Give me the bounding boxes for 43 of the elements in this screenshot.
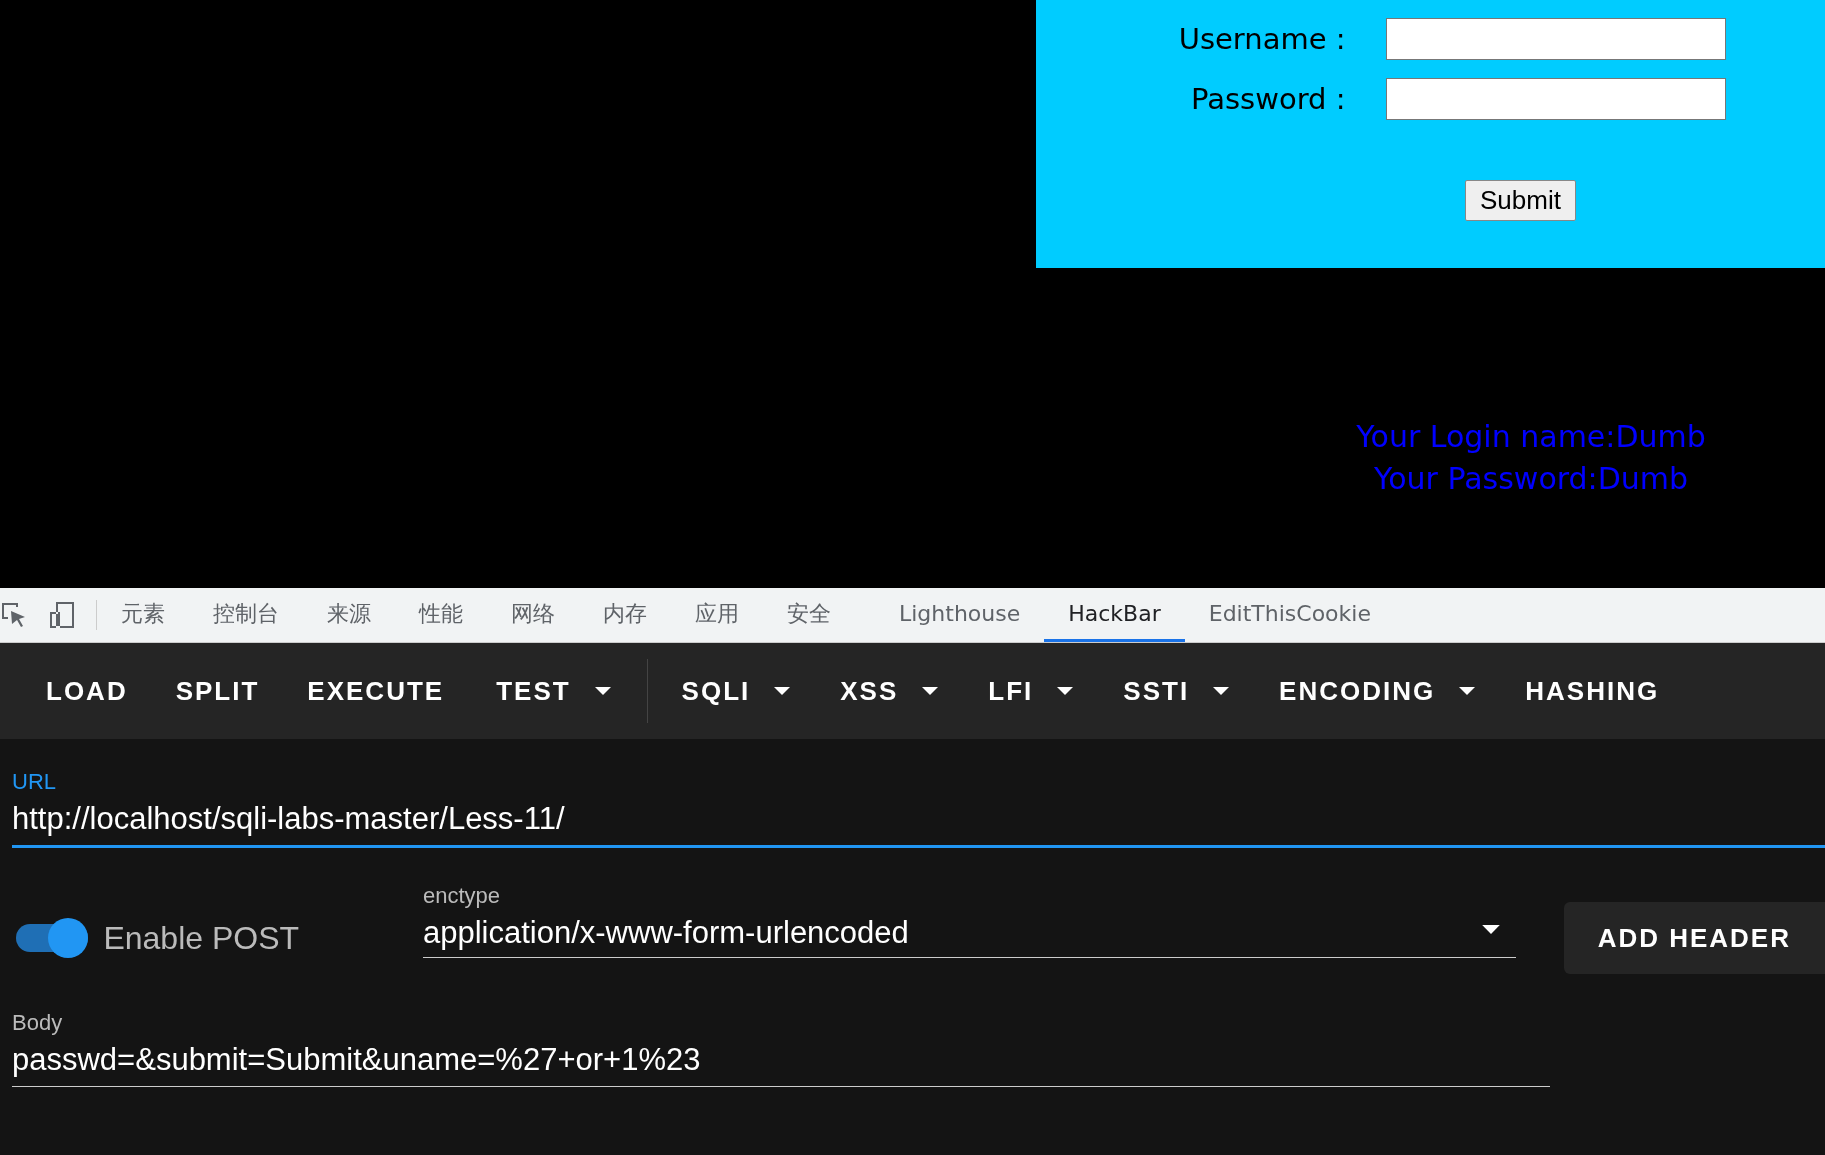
toggle-label: Enable POST: [103, 919, 301, 957]
menu-button[interactable]: LFI: [964, 665, 1100, 717]
toolbar-button[interactable]: HASHING: [1501, 665, 1684, 717]
caret-icon: [1055, 686, 1076, 696]
field-label: Password :: [1190, 82, 1346, 116]
field-label: Username :: [1177, 22, 1346, 56]
field-value: http://localhost/sqli-labs-master/Less-11/: [12, 801, 566, 837]
menu-button[interactable]: SSTI: [1099, 665, 1256, 717]
field-value: passwd=&submit=Submit&uname=%27+or+1%23: [12, 1042, 702, 1078]
toolbar-button[interactable]: SPLIT: [151, 665, 284, 717]
devtools-tab[interactable]: 控制台: [189, 588, 303, 642]
devtools-tab[interactable]: 来源: [303, 588, 395, 642]
devtools-tab[interactable]: 内存: [579, 588, 671, 642]
caret-icon: [1211, 686, 1232, 696]
field-label: Body: [12, 1010, 64, 1036]
input-field[interactable]: [1385, 78, 1726, 120]
devtools-tab[interactable]: Lighthouse: [875, 588, 1045, 642]
field-label: URL: [12, 769, 57, 795]
input-field[interactable]: [1385, 18, 1726, 60]
field-value: application/x-www-form-urlencoded: [422, 914, 909, 951]
caret-icon: [920, 686, 941, 696]
submit-button[interactable]: Submit: [1465, 180, 1576, 221]
menu-button[interactable]: TEST: [472, 665, 637, 717]
devtools-tab[interactable]: 安全: [763, 588, 855, 642]
caret-icon: [772, 686, 793, 696]
devtools-tab[interactable]: 元素: [97, 588, 189, 642]
field-label: enctype: [422, 882, 502, 909]
menu-button[interactable]: XSS: [816, 665, 965, 717]
caret-icon: [1457, 686, 1478, 696]
result-text: Your Password:Dumb: [1373, 460, 1689, 498]
url-field[interactable]: URL http://localhost/sqli-labs-master/Less-11/: [12, 769, 1825, 848]
devtools-tab[interactable]: 性能: [395, 588, 487, 642]
menu-button[interactable]: SQLI: [657, 665, 817, 717]
body-field[interactable]: Body passwd=&submit=Submit&uname=%27+or+1%23: [12, 1010, 1550, 1087]
devtools-tab[interactable]: 网络: [487, 588, 579, 642]
menu-button[interactable]: ENCODING: [1255, 665, 1502, 717]
result-text: Your Login name:Dumb: [1356, 418, 1706, 456]
toolbar-button[interactable]: EXECUTE: [283, 665, 469, 717]
toolbar-button[interactable]: LOAD: [22, 665, 152, 717]
devtools-tab[interactable]: EditThisCookie: [1184, 588, 1395, 642]
enctype-select[interactable]: enctype application/x-www-form-urlencoded: [422, 882, 1516, 958]
add-header-button[interactable]: ADD HEADER: [1563, 902, 1825, 974]
devtools-tab[interactable]: 应用: [671, 588, 763, 642]
